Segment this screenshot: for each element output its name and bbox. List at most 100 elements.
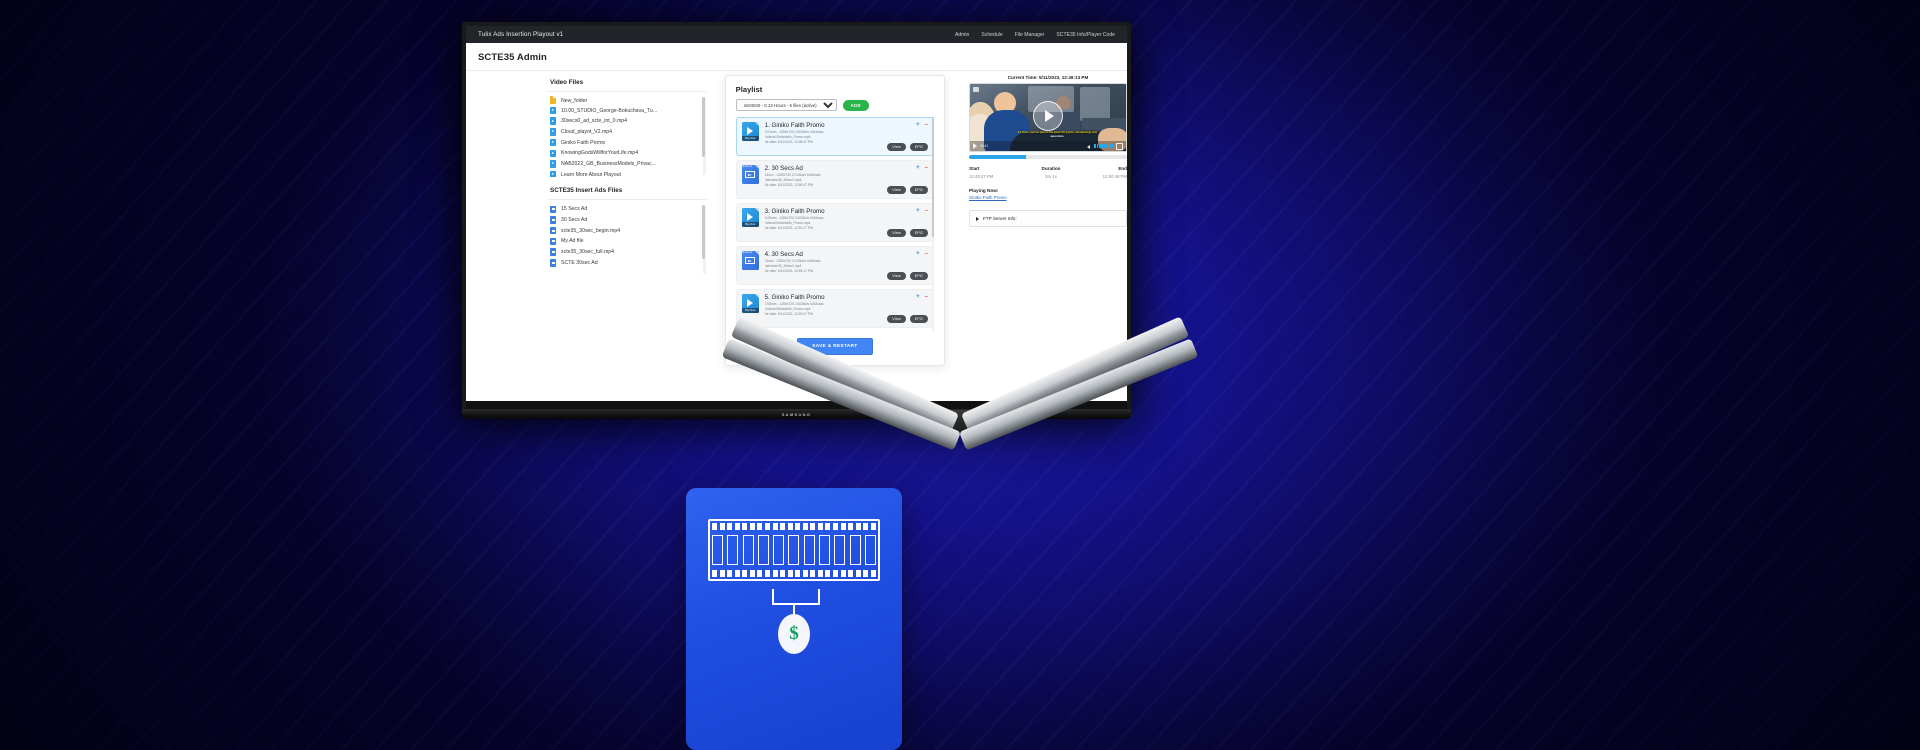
epg-button[interactable]: EPG: [909, 272, 928, 281]
plus-icon[interactable]: +: [916, 251, 920, 257]
minus-icon[interactable]: –: [925, 251, 928, 257]
video-file-name: New_folder: [561, 97, 588, 104]
video-thumbnail-icon: Play Now: [741, 294, 759, 314]
ad-file-name: 30 Secs Ad: [561, 217, 588, 224]
epg-button[interactable]: EPG: [909, 186, 928, 195]
list-item[interactable]: Learn More About Playout: [548, 169, 699, 177]
ads-files-list[interactable]: 15 Secs Ad 30 Secs Ad scte35_30sec_begin.m…: [548, 199, 707, 276]
playlist-item-meta: 5. Giniko Faith Promo 2:05min - 1280x720 …: [765, 294, 928, 316]
playlist-item-buttons: View EPG: [887, 143, 928, 152]
ads-files-scroll-track[interactable]: [702, 205, 706, 274]
video-player[interactable]: At Tulix, we've spent the past 20 years,…: [969, 83, 1127, 152]
playlist-item-actions: + –: [916, 294, 928, 300]
epg-button[interactable]: EPG: [909, 229, 928, 238]
video-file-name: Cloud_playot_V2.mp4: [561, 128, 613, 135]
current-time-label: Current Time: 5/11/2023, 12:49:13 PM: [1007, 75, 1089, 80]
video-files-scroll-thumb[interactable]: [702, 97, 705, 157]
list-item[interactable]: 10.00_STUDIO_George-Bokuchava_Tu...: [548, 105, 699, 116]
view-button[interactable]: View: [887, 186, 906, 195]
scte35-thumbnail-icon: SCTE-35: [741, 251, 759, 271]
minus-icon[interactable]: –: [925, 294, 928, 300]
list-item[interactable]: New_folder: [548, 96, 699, 105]
bracket-graphic: [772, 589, 820, 605]
plus-icon[interactable]: +: [916, 208, 920, 214]
ad-file-icon: [550, 205, 556, 214]
ftp-server-info-label: FTP Server Info:: [983, 216, 1017, 221]
ads-files-scroll-thumb[interactable]: [702, 205, 705, 259]
end-value: 12:50:48 PM: [1102, 173, 1127, 179]
view-button[interactable]: View: [887, 143, 906, 152]
minus-icon[interactable]: –: [925, 122, 928, 128]
list-item[interactable]: scte35_30sec_begin.mp4: [548, 225, 699, 236]
ad-file-icon: [550, 237, 556, 246]
big-play-button[interactable]: [1033, 101, 1063, 132]
fullscreen-icon[interactable]: [1116, 142, 1123, 150]
nav-item-file-manager[interactable]: File Manager: [1015, 32, 1045, 38]
playlist-item[interactable]: SCTE-35 2. 30 Secs Ad 31sec - 1280x720 2.0…: [735, 160, 934, 200]
list-item[interactable]: Giniko Faith Promo: [548, 137, 699, 148]
plus-icon[interactable]: +: [916, 165, 920, 171]
ad-file-icon: [550, 248, 556, 256]
epg-button[interactable]: EPG: [909, 315, 928, 324]
plus-icon[interactable]: +: [916, 122, 920, 128]
list-item[interactable]: 15 Secs Ad: [548, 204, 699, 215]
playlist-scroll-thumb[interactable]: [931, 117, 934, 238]
list-item[interactable]: 30 Secs Ad: [548, 215, 699, 226]
duration-value: 2m 1s: [1045, 173, 1057, 179]
start-time-column: Start 12:48:47 PM: [969, 166, 1025, 179]
ftp-server-info-accordion[interactable]: FTP Server Info:: [969, 210, 1127, 227]
video-file-icon: [550, 160, 556, 168]
playlist-item[interactable]: Play Now 3. Giniko Faith Promo 2:05min - 1…: [735, 203, 934, 243]
video-files-list[interactable]: New_folder 10.00_STUDIO_George-Bokuchava_…: [548, 91, 707, 177]
list-item[interactable]: KnowingGodsWillforYourLife.mp4: [548, 148, 699, 159]
seek-bar[interactable]: [969, 155, 1127, 159]
video-file-icon: [550, 138, 556, 147]
list-item[interactable]: My Ad file: [548, 236, 699, 247]
folder-icon: [550, 96, 556, 104]
playlist-item-meta: 2. 30 Secs Ad 31sec - 1280x720 2.019kb/s …: [765, 165, 928, 187]
list-item[interactable]: SCTE 30sec Ad: [548, 257, 699, 268]
list-item[interactable]: scte35_30sec_full.mp4: [548, 247, 699, 258]
page-header: SCTE35 Admin: [466, 43, 1127, 71]
view-button[interactable]: View: [887, 229, 906, 238]
playlist-item[interactable]: Play Now 5. Giniko Faith Promo 2:05min - 1…: [735, 289, 934, 329]
list-item[interactable]: Cloud_playot_V2.mp4: [548, 127, 699, 138]
playlist-select[interactable]: itv04040 - 0.13 Hours - 6 files (active): [735, 99, 837, 112]
play-icon[interactable]: [973, 143, 977, 149]
list-item[interactable]: 30secs0_ad_scte_int_0.mp4: [548, 116, 699, 127]
ad-file-icon: [550, 259, 556, 267]
plus-icon[interactable]: +: [916, 294, 920, 300]
playlist-item[interactable]: SCTE-35 4. 30 Secs Ad 31sec - 1280x720 2.0…: [735, 246, 934, 286]
player-elapsed-time: 00:41: [980, 144, 988, 148]
video-file-name: NAB2022_GB_BusinessModels_Privac...: [561, 160, 656, 167]
video-caption: At Tulix, we've spent the past 20 years,…: [1011, 130, 1105, 138]
playlist-item-buttons: View EPG: [887, 315, 928, 324]
list-item[interactable]: NAB2022_GB_BusinessModels_Privac...: [548, 159, 699, 170]
video-files-title: Video Files: [550, 79, 584, 86]
playlist-title: Playlist: [735, 85, 763, 94]
view-button[interactable]: View: [887, 272, 906, 281]
nav-item-schedule[interactable]: Schedule: [981, 32, 1002, 38]
video-file-name: 10.00_STUDIO_George-Bokuchava_Tu...: [561, 107, 658, 114]
video-files-scroll-track[interactable]: [702, 97, 706, 175]
volume-bars[interactable]: [1094, 143, 1113, 149]
video-thumbnail-icon: Play Now: [741, 122, 759, 142]
add-button[interactable]: ADD: [842, 99, 869, 111]
playlist-scroll-track[interactable]: [931, 117, 934, 332]
nav-item-admin[interactable]: Admin: [955, 32, 969, 38]
minus-icon[interactable]: –: [925, 208, 928, 214]
playlist-item-meta: 1. Giniko Faith Promo 2:01min - 1280x720 …: [765, 122, 928, 144]
player-control-bar: 00:41: [970, 141, 1126, 151]
speaker-icon[interactable]: [1087, 144, 1091, 149]
nav-item-scte35-info[interactable]: SCTE35 Info/Player Code: [1056, 32, 1115, 38]
end-label: End: [1118, 166, 1127, 171]
view-button[interactable]: View: [887, 315, 906, 324]
picture-in-picture-icon[interactable]: [973, 87, 979, 92]
video-file-icon: [550, 149, 556, 158]
playlist-scroll-area[interactable]: Play Now 1. Giniko Faith Promo 2:01min - 1…: [735, 117, 934, 332]
minus-icon[interactable]: –: [925, 165, 928, 171]
playing-now-link[interactable]: Giniko Faith Promo: [969, 195, 1007, 200]
playlist-item[interactable]: Play Now 1. Giniko Faith Promo 2:01min - 1…: [735, 117, 934, 157]
duration-label: Duration: [1041, 166, 1061, 171]
epg-button[interactable]: EPG: [909, 143, 928, 152]
